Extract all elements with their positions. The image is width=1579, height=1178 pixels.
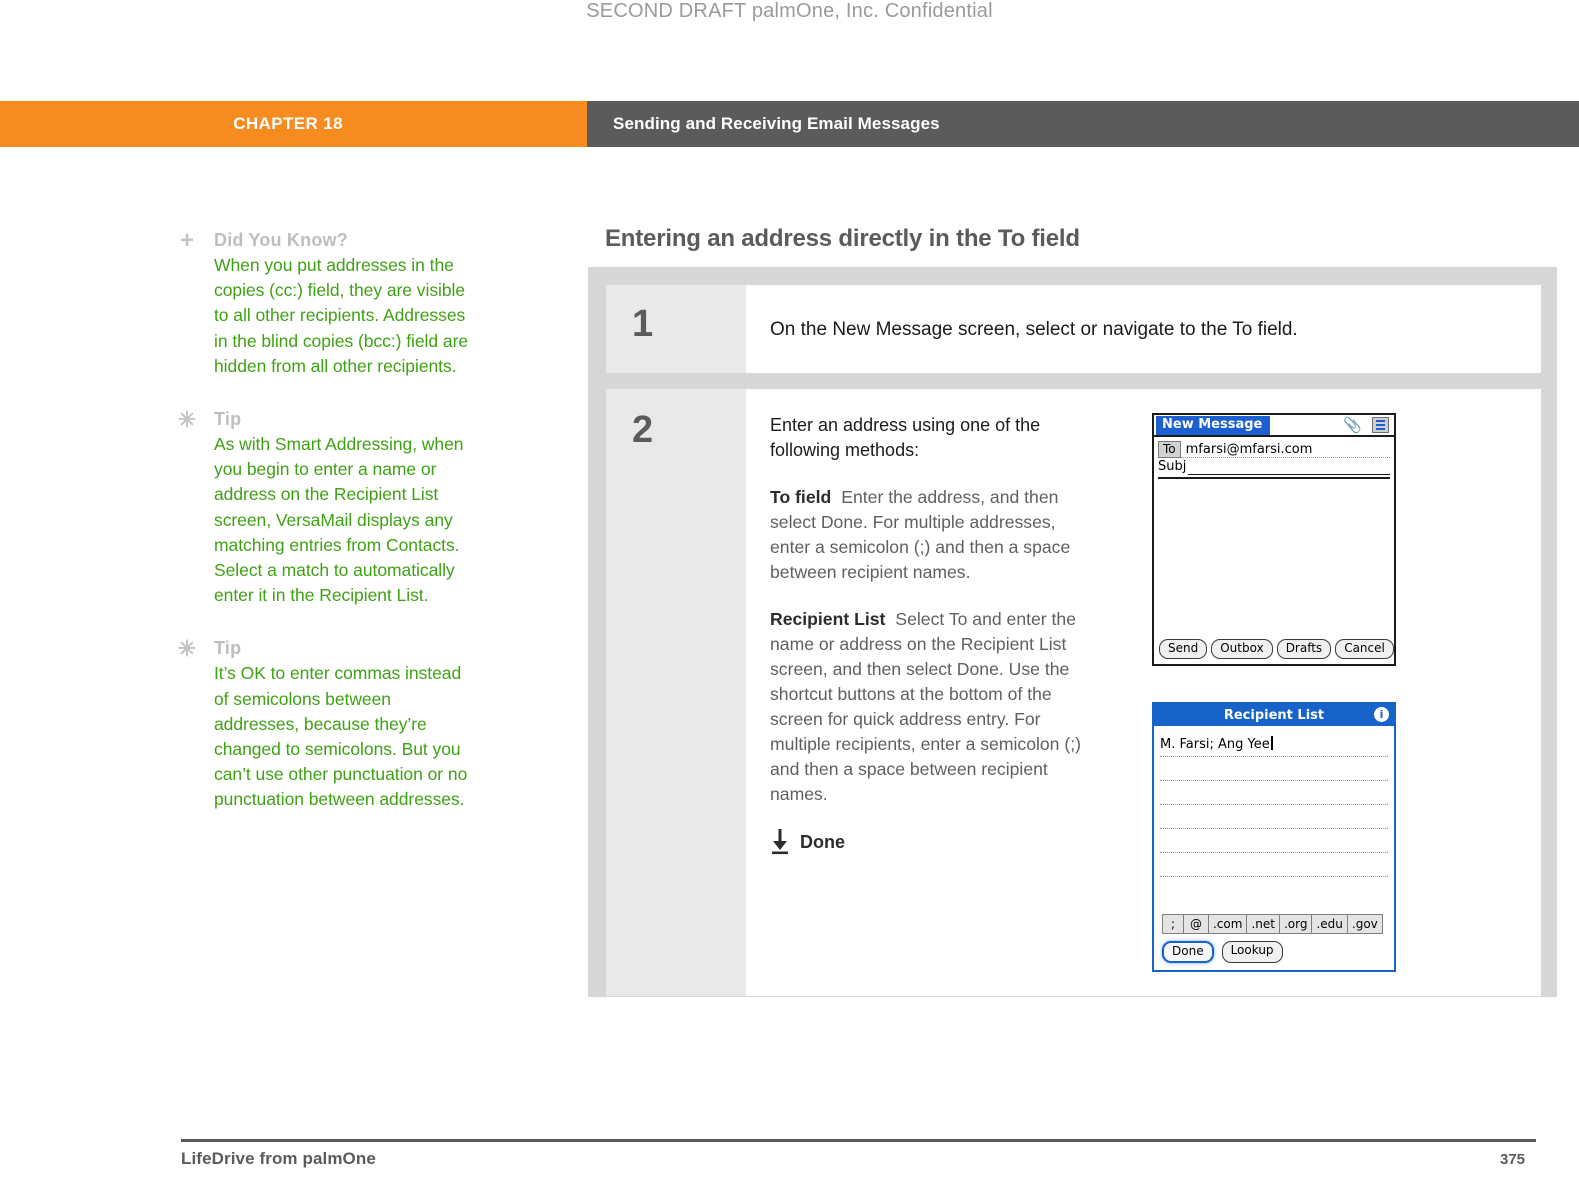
new-message-buttons: Send Outbox Drafts Cancel [1154,635,1394,664]
shortcut-dotedu[interactable]: .edu [1311,914,1348,934]
subject-label: Subj [1158,459,1187,474]
shortcut-semicolon[interactable]: ; [1162,914,1184,934]
step-content: Enter an address using one of the follow… [746,389,1541,996]
footer-divider [181,1139,1536,1142]
chapter-label: CHAPTER 18 [233,114,343,133]
tip-body: As with Smart Addressing, when you begin… [214,434,464,606]
page-root: SECOND DRAFT palmOne, Inc. Confidential … [0,0,1579,1178]
asterisk-icon: ✳ [177,636,197,662]
text-caret [1270,736,1273,750]
to-input[interactable]: mfarsi@mfarsi.com [1180,442,1390,458]
step-text: On the New Message screen, select or nav… [770,319,1298,340]
info-icon[interactable]: i [1374,707,1389,722]
tip-title: Tip [214,638,242,659]
tip-block: ✳ Tip It’s OK to enter commas instead of… [174,636,474,812]
chapter-header-bar: CHAPTER 18 Sending and Receiving Email M… [0,101,1579,147]
recipient-entry-row[interactable] [1160,781,1388,805]
chapter-number-block: CHAPTER 18 [0,101,587,147]
method-recipient-list-label: Recipient List [770,609,886,629]
tip-body: It’s OK to enter commas instead of semic… [214,663,468,810]
step-row: 1 On the New Message screen, select or n… [606,285,1541,373]
recipient-entry-value[interactable]: M. Farsi; Ang Yee [1160,737,1270,752]
tip-title: Tip [214,409,242,430]
sidebar-tips: + Did You Know? When you put addresses i… [174,228,474,839]
outbox-button[interactable]: Outbox [1211,639,1273,659]
tip-block: ✳ Tip As with Smart Addressing, when you… [174,407,474,608]
shortcut-at[interactable]: @ [1183,914,1209,934]
new-message-body: To mfarsi@mfarsi.com Subj [1154,437,1394,635]
tip-block: + Did You Know? When you put addresses i… [174,228,474,379]
step-text-column: Enter an address using one of the follow… [770,413,1100,972]
to-row: To mfarsi@mfarsi.com [1158,441,1390,458]
lookup-button[interactable]: Lookup [1221,941,1283,963]
new-message-titlebar: New Message 📎 [1154,415,1394,437]
recipient-entry-row[interactable] [1160,853,1388,877]
drafts-button[interactable]: Drafts [1276,639,1332,659]
step-number: 2 [606,389,746,996]
shortcut-dotorg[interactable]: .org [1278,914,1313,934]
shortcut-dotcom[interactable]: .com [1208,914,1248,934]
main-content: Entering an address directly in the To f… [605,225,1510,271]
step-lead-text: Enter an address using one of the follow… [770,415,1041,460]
recipient-entry-row[interactable] [1160,877,1388,901]
recipient-entry-row[interactable] [1160,829,1388,853]
recipient-list-title: Recipient List [1223,707,1325,723]
plus-icon: + [179,227,194,254]
method-recipient-list: Recipient List Select To and enter the na… [770,607,1100,807]
recipient-list-buttons: Done Lookup [1154,941,1394,970]
recipient-entry-row[interactable]: M. Farsi; Ang Yee [1160,733,1388,757]
titlebar-icons: 📎 [1343,417,1389,433]
subject-input[interactable] [1188,460,1390,475]
recipient-entry-row[interactable] [1160,805,1388,829]
done-button[interactable]: Done [1162,941,1214,963]
done-marker: Done [770,829,1100,855]
body-divider [1158,477,1390,479]
step-number: 1 [606,285,746,373]
shortcut-buttons: ; @ .com .net .org .edu .gov [1162,914,1390,934]
page-title: Entering an address directly in the To f… [605,225,1080,252]
chapter-title: Sending and Receiving Email Messages [613,114,940,133]
shortcut-dotgov[interactable]: .gov [1346,914,1383,934]
figure-column: New Message 📎 To mfarsi@mfarsi.com Subj … [1124,413,1521,972]
new-message-screenshot: New Message 📎 To mfarsi@mfarsi.com Subj … [1152,413,1396,666]
asterisk-icon: ✳ [177,407,197,433]
shortcut-dotnet[interactable]: .net [1246,914,1280,934]
method-to-field-label: To field [770,487,832,507]
down-arrow-icon [770,829,790,855]
recipient-list-titlebar: Recipient List i [1154,704,1394,726]
tip-title: Did You Know? [214,230,348,250]
cancel-button[interactable]: Cancel [1335,639,1394,659]
steps-panel: 1 On the New Message screen, select or n… [588,267,1557,997]
step-row: 2 Enter an address using one of the foll… [606,389,1541,996]
recipient-entry-row[interactable] [1160,757,1388,781]
method-to-field: To field Enter the address, and then sele… [770,485,1100,585]
recipient-list-screenshot: Recipient List i M. Farsi; Ang Yee ; @ .… [1152,702,1396,972]
method-recipient-list-text: Select To and enter the name or address … [770,609,1081,804]
menu-icon[interactable] [1372,417,1389,433]
footer-product-name: LifeDrive from palmOne [181,1149,376,1168]
send-button[interactable]: Send [1159,639,1208,659]
draft-notice: SECOND DRAFT palmOne, Inc. Confidential [586,0,993,22]
chapter-title-block: Sending and Receiving Email Messages [587,101,1579,147]
tip-body: When you put addresses in the copies (cc… [214,255,469,376]
done-label: Done [800,831,845,852]
new-message-title: New Message [1156,415,1271,435]
page-number: 375 [1500,1151,1526,1168]
paperclip-icon[interactable]: 📎 [1343,417,1362,433]
recipient-list-body: M. Farsi; Ang Yee [1154,726,1394,904]
to-button[interactable]: To [1158,441,1181,458]
subject-row: Subj [1158,459,1390,475]
